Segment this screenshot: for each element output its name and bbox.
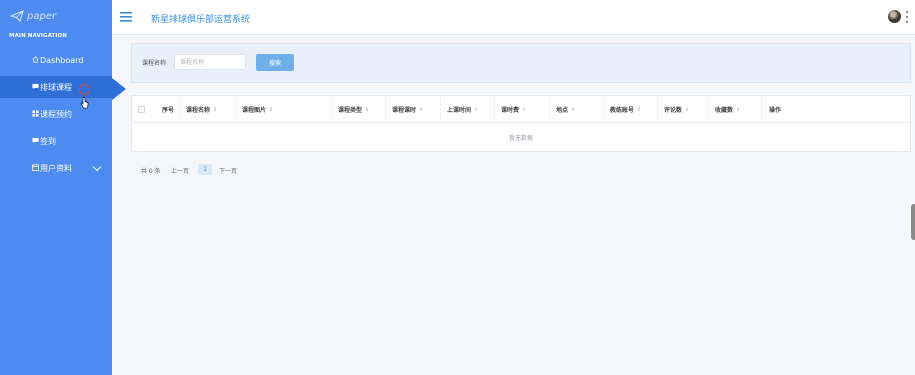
prev-page-button[interactable]: 上一页 [171,166,189,175]
sort-icon: ⇕ [213,106,218,113]
system-title: 新星排球俱乐部运营系统 [151,15,251,25]
sidebar-item-course-booking[interactable]: 课程预约 [0,103,112,125]
comment-icon [32,137,39,144]
comment-icon [32,83,39,90]
sidebar-item-label: Dashboard [40,55,84,65]
hamburger-menu-icon[interactable] [120,12,132,22]
sidebar-item-dashboard[interactable]: Dashboard [0,49,112,71]
sort-icon: ⇕ [365,106,370,113]
column-header-fee[interactable]: 课时费 ⇕ [501,96,526,123]
column-header-favorites[interactable]: 收藏数 ⇕ [715,96,740,123]
select-all-checkbox[interactable] [138,106,145,113]
course-name-label: 课程名称 [142,60,167,67]
table-header: 序号 课程名称 ⇕ 课程图片 ⇕ 课程类型 ⇕ 课程课时 ⇕ 上课时间 ⇕ 课时费 ⇕ 地点… [132,96,910,123]
sidebar: paper MAIN NAVIGATION Dashboard 排球课程 课程预… [0,0,112,375]
total-count: 共 0 条 [141,168,161,175]
sort-icon: ⇕ [522,106,527,113]
app-logo[interactable]: paper [10,8,56,24]
active-item-pointer [112,78,126,100]
column-header-course-name[interactable]: 课程名称 ⇕ [186,96,217,123]
nav-heading: MAIN NAVIGATION [9,33,68,39]
sort-icon: ⇕ [571,106,576,113]
sort-icon: ⇕ [685,106,690,113]
sort-icon: ⇕ [474,106,479,113]
sort-icon: ⇕ [637,106,642,113]
column-header-actions: 操作 [769,107,782,114]
course-table: 序号 课程名称 ⇕ 课程图片 ⇕ 课程类型 ⇕ 课程课时 ⇕ 上课时间 ⇕ 课时费 ⇕ 地点… [131,95,911,152]
calendar-icon [32,164,39,171]
more-options-icon[interactable] [906,11,908,23]
column-header-coach-account[interactable]: 教练账号 ⇕ [610,96,641,123]
sidebar-item-volleyball-courses[interactable]: 排球课程 [0,76,112,98]
sidebar-item-check-in[interactable]: 签到 [0,130,112,152]
sidebar-item-label: 签到 [40,136,56,146]
empty-state-text: 暂无数据 [508,135,533,142]
logo-text: paper [27,10,57,22]
home-icon [32,56,39,63]
sort-icon: ⇕ [269,106,274,113]
course-name-search-input[interactable] [174,54,246,70]
column-header-course-type[interactable]: 课程类型 ⇕ [338,96,369,123]
next-page-button[interactable]: 下一页 [219,166,237,175]
click-indicator [79,84,90,95]
sidebar-item-label: 课程预约 [40,109,72,119]
sort-icon: ⇕ [419,106,424,113]
search-button[interactable]: 搜索 [256,54,294,71]
current-page-button[interactable]: 1 [198,164,212,175]
column-header-index: 序号 [162,107,175,114]
search-panel [131,43,911,83]
column-header-location[interactable]: 地点 ⇕ [556,96,575,123]
paper-plane-icon [10,10,24,22]
sidebar-item-label: 排球课程 [40,82,72,92]
column-header-course-hours[interactable]: 课程课时 ⇕ [392,96,423,123]
grid-icon [32,110,39,117]
hand-cursor-icon [80,97,89,109]
column-header-course-image[interactable]: 课程图片 ⇕ [242,96,273,123]
scrollbar-handle[interactable] [911,204,915,240]
column-header-comments[interactable]: 评论数 ⇕ [664,96,689,123]
sort-icon: ⇕ [736,106,741,113]
sidebar-item-label: 用户资料 [40,163,72,173]
column-header-class-time[interactable]: 上课时间 ⇕ [447,96,478,123]
avatar[interactable] [888,10,901,23]
